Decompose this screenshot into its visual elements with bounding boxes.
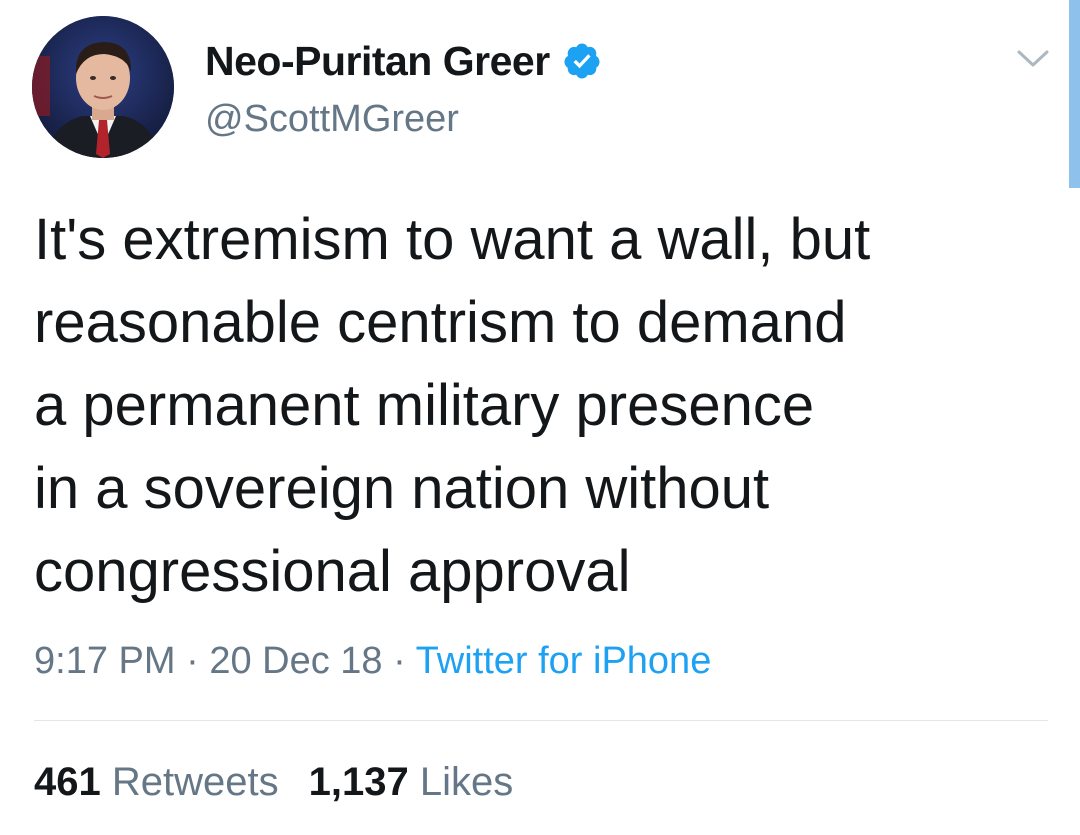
meta-separator: ·: [382, 640, 416, 682]
author-handle[interactable]: @ScottMGreer: [205, 98, 459, 141]
tweet-meta: 9:17 PM · 20 Dec 18 · Twitter for iPhone: [34, 636, 711, 686]
meta-separator: ·: [175, 640, 210, 682]
chevron-down-icon[interactable]: [1016, 46, 1050, 72]
author-display-name[interactable]: Neo-Puritan Greer: [205, 38, 550, 85]
avatar-photo: [32, 16, 174, 158]
tweet-stats: 461 Retweets 1,137 Likes: [34, 756, 513, 808]
likes-stat[interactable]: 1,137 Likes: [309, 756, 514, 808]
retweets-label: Retweets: [111, 760, 279, 804]
tweet-time[interactable]: 9:17 PM: [34, 640, 176, 682]
author-name-row[interactable]: Neo-Puritan Greer: [205, 36, 602, 86]
retweets-count: 461: [34, 760, 101, 804]
verified-badge-icon: [564, 43, 600, 79]
avatar[interactable]: [32, 16, 174, 158]
retweets-stat[interactable]: 461 Retweets: [34, 756, 279, 808]
tweet-date[interactable]: 20 Dec 18: [209, 640, 382, 682]
likes-count: 1,137: [308, 760, 409, 804]
likes-label: Likes: [419, 760, 514, 804]
tweet-text: It's extremism to want a wall, but reaso…: [34, 207, 871, 604]
divider: [34, 720, 1048, 721]
tweet-source-link[interactable]: Twitter for iPhone: [416, 640, 712, 682]
scrollbar[interactable]: [1069, 0, 1080, 188]
